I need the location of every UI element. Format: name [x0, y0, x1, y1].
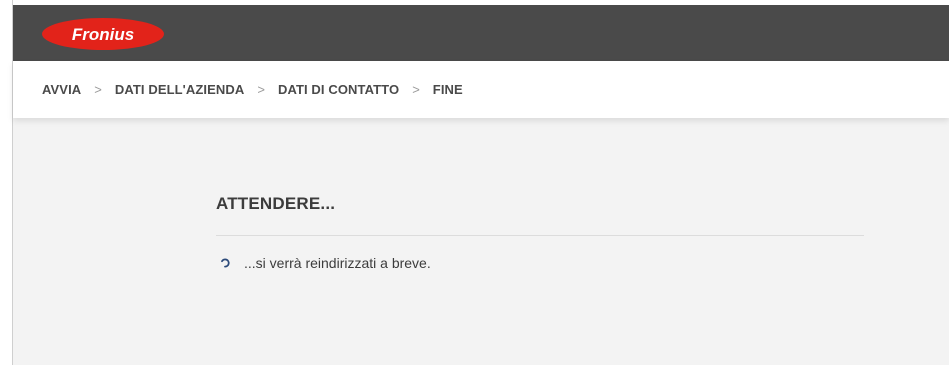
page-title: ATTENDERE... [216, 194, 336, 213]
breadcrumb-separator: > [412, 82, 420, 97]
logo-text: Fronius [72, 25, 134, 44]
breadcrumb-item-dati-azienda[interactable]: DATI DELL'AZIENDA [115, 82, 245, 97]
breadcrumb-separator: > [257, 82, 265, 97]
breadcrumb-item-fine[interactable]: FINE [433, 82, 463, 97]
breadcrumb-separator: > [94, 82, 102, 97]
top-bar: Fronius [13, 5, 949, 61]
fronius-logo[interactable]: Fronius [41, 17, 165, 51]
breadcrumb-item-avvia[interactable]: AVVIA [42, 82, 81, 97]
main-content: ATTENDERE... ...si verrà reindirizzati a… [13, 118, 949, 365]
breadcrumb-item-dati-contatto[interactable]: DATI DI CONTATTO [278, 82, 399, 97]
status-message: ...si verrà reindirizzati a breve. [244, 255, 431, 271]
status-row: ...si verrà reindirizzati a breve. [220, 255, 431, 271]
loading-spinner-icon [221, 258, 230, 268]
title-divider [216, 235, 864, 236]
breadcrumb: AVVIA > DATI DELL'AZIENDA > DATI DI CONT… [13, 61, 949, 118]
